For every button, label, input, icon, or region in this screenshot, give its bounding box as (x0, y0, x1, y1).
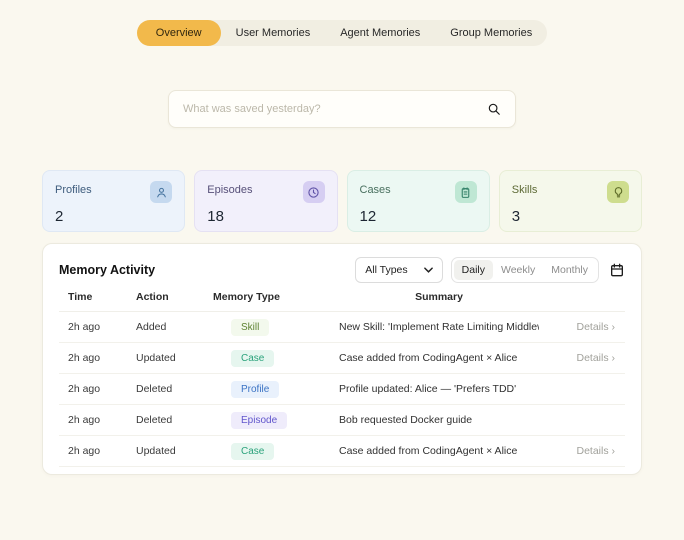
memory-type-badge: Case (231, 443, 274, 460)
type-filter-value: All Types (365, 264, 407, 276)
stat-label: Profiles (55, 184, 92, 196)
table-row: 2h ago Deleted Profile Profile updated: … (59, 374, 625, 405)
search-input[interactable] (169, 103, 487, 115)
stat-label: Skills (512, 184, 538, 196)
row-summary: Case added from CodingAgent × Alice (326, 352, 539, 364)
row-time: 2h ago (68, 352, 136, 364)
row-action: Updated (136, 445, 213, 457)
row-time: 2h ago (68, 414, 136, 426)
table-row: 2h ago Added Skill New Skill: 'Implement… (59, 312, 625, 343)
details-link[interactable]: Details › (539, 445, 615, 457)
tab-group-memories[interactable]: Group Memories (435, 20, 547, 46)
stat-cards-row: Profiles 2 Episodes 18 Cases (42, 170, 642, 232)
period-monthly[interactable]: Monthly (543, 260, 596, 280)
stat-value: 12 (360, 208, 477, 225)
bulb-icon (607, 181, 629, 203)
tab-user-memories[interactable]: User Memories (221, 20, 326, 46)
stat-label: Cases (360, 184, 391, 196)
column-header-action: Action (136, 291, 213, 303)
stat-card-cases: Cases 12 (347, 170, 490, 232)
period-toggle: Daily Weekly Monthly (451, 257, 599, 283)
tab-bar: Overview User Memories Agent Memories Gr… (137, 20, 547, 46)
clipboard-icon (455, 181, 477, 203)
table-header: Time Action Memory Type Summary (59, 283, 625, 312)
memory-type-badge: Profile (231, 381, 279, 398)
details-link[interactable]: Details › (539, 352, 615, 364)
type-filter-select[interactable]: All Types (355, 257, 442, 283)
stat-label: Episodes (207, 184, 252, 196)
memory-type-badge: Case (231, 350, 274, 367)
tab-overview[interactable]: Overview (137, 20, 221, 46)
stat-card-profiles: Profiles 2 (42, 170, 185, 232)
table-row: 2h ago Updated Case Case added from Codi… (59, 436, 625, 467)
search-icon[interactable] (487, 102, 515, 116)
activity-controls: All Types Daily Weekly Monthly (355, 257, 625, 283)
memory-activity-panel: Memory Activity All Types Daily Weekly M… (42, 243, 642, 475)
row-action: Updated (136, 352, 213, 364)
row-summary: Case added from CodingAgent × Alice (326, 445, 539, 457)
clock-icon (303, 181, 325, 203)
panel-title: Memory Activity (59, 263, 155, 277)
row-time: 2h ago (68, 383, 136, 395)
row-summary: New Skill: 'Implement Rate Limiting Midd… (326, 321, 539, 333)
search-box (168, 90, 516, 128)
row-action: Added (136, 321, 213, 333)
table-row: 2h ago Deleted Episode Bob requested Doc… (59, 405, 625, 436)
memory-type-badge: Episode (231, 412, 287, 429)
search-row (168, 90, 516, 128)
row-time: 2h ago (68, 445, 136, 457)
stat-card-episodes: Episodes 18 (194, 170, 337, 232)
panel-header: Memory Activity All Types Daily Weekly M… (59, 257, 625, 283)
details-link[interactable]: Details › (539, 321, 615, 333)
row-summary: Bob requested Docker guide (326, 414, 539, 426)
tab-agent-memories[interactable]: Agent Memories (325, 20, 435, 46)
user-icon (150, 181, 172, 203)
column-header-summary: Summary (326, 291, 539, 303)
chevron-down-icon (424, 267, 433, 273)
stat-value: 2 (55, 208, 172, 225)
column-header-type: Memory Type (213, 291, 326, 303)
memory-dashboard: { "theme": { "page_bg": "#faf8ef", "acce… (0, 20, 684, 540)
column-header-time: Time (68, 291, 136, 303)
stat-value: 18 (207, 208, 324, 225)
row-summary: Profile updated: Alice — 'Prefers TDD' (326, 383, 539, 395)
stat-card-skills: Skills 3 (499, 170, 642, 232)
row-action: Deleted (136, 383, 213, 395)
table-row: 2h ago Updated Case Case added from Codi… (59, 343, 625, 374)
row-time: 2h ago (68, 321, 136, 333)
memory-type-badge: Skill (231, 319, 269, 336)
row-action: Deleted (136, 414, 213, 426)
period-daily[interactable]: Daily (454, 260, 493, 280)
period-weekly[interactable]: Weekly (493, 260, 543, 280)
calendar-icon[interactable] (609, 262, 625, 278)
stat-value: 3 (512, 208, 629, 225)
